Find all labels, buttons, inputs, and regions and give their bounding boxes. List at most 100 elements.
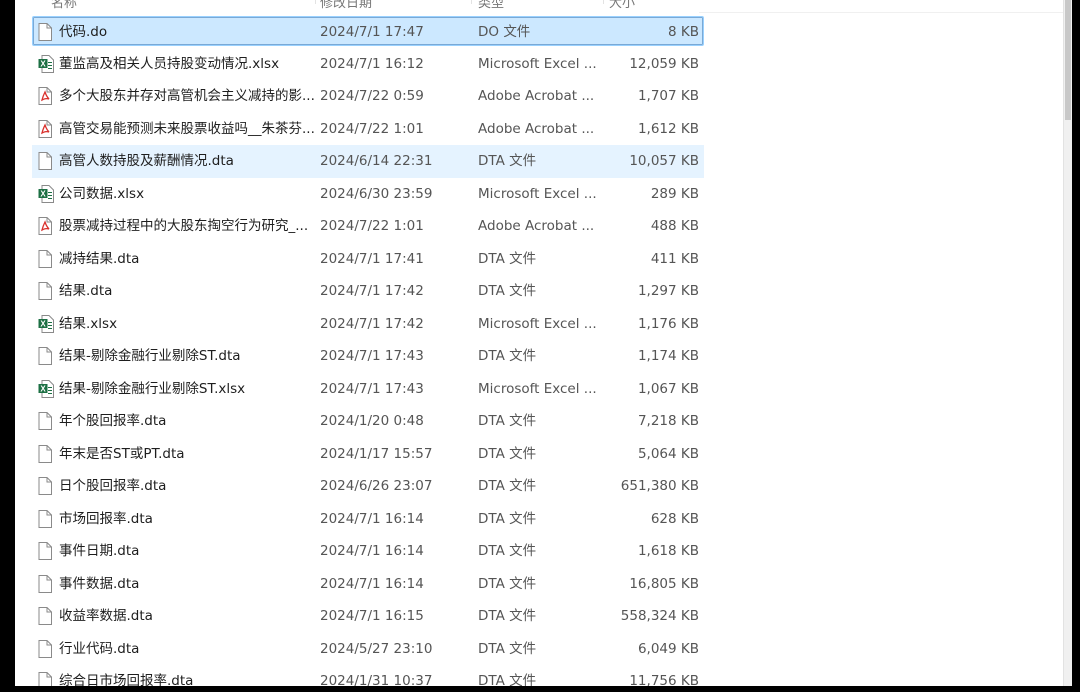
file-name: 代码.do bbox=[59, 24, 108, 40]
file-name: 日个股回报率.dta bbox=[59, 478, 167, 494]
file-row[interactable]: 事件数据.dta 2024/7/1 16:14 DTA 文件 16,805 KB bbox=[32, 568, 704, 601]
file-name: 事件日期.dta bbox=[59, 543, 140, 559]
file-row[interactable]: 市场回报率.dta 2024/7/1 16:14 DTA 文件 628 KB bbox=[32, 503, 704, 536]
file-row[interactable]: 股票减持过程中的大股东掏空行为研究_... 2024/7/22 1:01 Adobe… bbox=[32, 210, 704, 243]
file-row[interactable]: 日个股回报率.dta 2024/6/26 23:07 DTA 文件 651,380 K… bbox=[32, 470, 704, 503]
pdf-icon bbox=[38, 217, 52, 235]
column-header-type[interactable]: 类型 bbox=[478, 0, 504, 11]
file-name: 结果-剔除金融行业剔除ST.dta bbox=[59, 348, 241, 364]
file-date-modified: 2024/7/22 1:01 bbox=[320, 218, 424, 234]
file-type: Adobe Acrobat ... bbox=[478, 120, 595, 137]
file-row[interactable]: 高管人数持股及薪酬情况.dta 2024/6/14 22:31 DTA 文件 10,0… bbox=[32, 145, 704, 178]
file-date-modified: 2024/7/1 16:14 bbox=[320, 510, 424, 527]
file-size: 8 KB bbox=[668, 24, 699, 40]
document-icon bbox=[38, 477, 52, 495]
pdf-icon bbox=[38, 87, 52, 105]
column-divider[interactable] bbox=[471, 0, 472, 4]
file-row[interactable]: X 结果.xlsx 2024/7/1 17:42 Microsoft Excel ..… bbox=[32, 308, 704, 341]
file-name: 结果-剔除金融行业剔除ST.xlsx bbox=[59, 380, 246, 397]
file-type: Adobe Acrobat ... bbox=[478, 218, 595, 234]
file-size: 12,059 KB bbox=[629, 55, 699, 72]
file-size: 558,324 KB bbox=[620, 608, 699, 624]
file-row[interactable]: 减持结果.dta 2024/7/1 17:41 DTA 文件 411 KB bbox=[32, 243, 704, 276]
file-row[interactable]: 事件日期.dta 2024/7/1 16:14 DTA 文件 1,618 KB bbox=[32, 535, 704, 568]
column-header-size[interactable]: 大小 bbox=[609, 0, 635, 11]
svg-text:X: X bbox=[40, 384, 46, 393]
file-row[interactable]: 年末是否ST或PT.dta 2024/1/17 15:57 DTA 文件 5,064 … bbox=[32, 438, 704, 471]
file-date-modified: 2024/7/22 1:01 bbox=[320, 120, 424, 137]
file-row[interactable]: X 结果-剔除金融行业剔除ST.xlsx 2024/7/1 17:43 Microso… bbox=[32, 373, 704, 406]
file-row[interactable]: 收益率数据.dta 2024/7/1 16:15 DTA 文件 558,324 KB bbox=[32, 600, 704, 633]
file-date-modified: 2024/7/1 17:43 bbox=[320, 348, 424, 364]
file-date-modified: 2024/6/14 22:31 bbox=[320, 153, 433, 169]
file-name: 董监高及相关人员持股变动情况.xlsx bbox=[59, 55, 280, 72]
excel-icon: X bbox=[38, 54, 54, 73]
file-row[interactable]: X 公司数据.xlsx 2024/6/30 23:59 Microsoft Excel… bbox=[32, 178, 704, 211]
file-name: 结果.dta bbox=[59, 283, 113, 299]
file-size: 1,618 KB bbox=[637, 543, 699, 559]
file-type: DTA 文件 bbox=[478, 348, 537, 364]
file-type: Microsoft Excel ... bbox=[478, 315, 597, 332]
file-type: DTA 文件 bbox=[478, 283, 537, 299]
file-size: 1,297 KB bbox=[637, 283, 699, 299]
svg-text:X: X bbox=[40, 59, 46, 68]
file-row[interactable]: 多个大股东并存对高管机会主义减持的影... 2024/7/22 0:59 Adobe… bbox=[32, 80, 704, 113]
file-date-modified: 2024/7/1 16:15 bbox=[320, 608, 424, 624]
file-list: 代码.do 2024/7/1 17:47 DO 文件 8 KB X 董监高及相关人员持股变… bbox=[32, 15, 704, 686]
file-date-modified: 2024/1/31 10:37 bbox=[320, 673, 433, 686]
document-icon bbox=[38, 542, 52, 560]
file-name: 收益率数据.dta bbox=[59, 608, 153, 624]
details-pane-edge bbox=[699, 0, 1069, 13]
column-divider[interactable] bbox=[603, 0, 604, 4]
document-icon bbox=[38, 639, 52, 658]
file-date-modified: 2024/7/22 0:59 bbox=[320, 88, 424, 104]
vertical-scrollbar[interactable] bbox=[1063, 0, 1072, 686]
pdf-icon bbox=[38, 119, 52, 138]
file-row[interactable]: 结果.dta 2024/7/1 17:42 DTA 文件 1,297 KB bbox=[32, 275, 704, 308]
file-date-modified: 2024/6/30 23:59 bbox=[320, 185, 433, 202]
file-type: Microsoft Excel ... bbox=[478, 55, 597, 72]
file-size: 1,067 KB bbox=[637, 380, 699, 397]
document-icon bbox=[38, 412, 52, 430]
file-type: DTA 文件 bbox=[478, 250, 537, 267]
column-header-name[interactable]: 名称 bbox=[51, 0, 77, 11]
file-size: 1,174 KB bbox=[637, 348, 699, 364]
file-row[interactable]: 年个股回报率.dta 2024/1/20 0:48 DTA 文件 7,218 KB bbox=[32, 405, 704, 438]
file-name: 年末是否ST或PT.dta bbox=[59, 445, 185, 462]
file-row[interactable]: 代码.do 2024/7/1 17:47 DO 文件 8 KB bbox=[32, 16, 704, 46]
column-header-row: 名称 修改日期 类型 大小 bbox=[15, 0, 687, 11]
svg-text:X: X bbox=[40, 319, 46, 328]
file-type: DO 文件 bbox=[478, 24, 531, 40]
file-type: DTA 文件 bbox=[478, 673, 537, 686]
file-row[interactable]: 高管交易能预测未来股票收益吗__朱茶芬... 2024/7/22 1:01 Adob… bbox=[32, 113, 704, 146]
file-row[interactable]: 结果-剔除金融行业剔除ST.dta 2024/7/1 17:43 DTA 文件 1,1… bbox=[32, 340, 704, 373]
file-name: 行业代码.dta bbox=[59, 640, 140, 657]
file-date-modified: 2024/7/1 17:47 bbox=[320, 24, 424, 40]
file-size: 10,057 KB bbox=[629, 153, 699, 169]
file-name: 公司数据.xlsx bbox=[59, 185, 145, 202]
file-size: 1,707 KB bbox=[637, 88, 699, 104]
file-name: 结果.xlsx bbox=[59, 315, 118, 332]
file-type: Microsoft Excel ... bbox=[478, 380, 597, 397]
file-row[interactable]: 综合日市场回报率.dta 2024/1/31 10:37 DTA 文件 11,756 … bbox=[32, 665, 704, 686]
file-name: 年个股回报率.dta bbox=[59, 413, 167, 429]
file-size: 7,218 KB bbox=[637, 413, 699, 429]
file-row[interactable]: 行业代码.dta 2024/5/27 23:10 DTA 文件 6,049 KB bbox=[32, 633, 704, 666]
file-type: Adobe Acrobat ... bbox=[478, 88, 595, 104]
file-type: DTA 文件 bbox=[478, 575, 537, 592]
file-name: 高管人数持股及薪酬情况.dta bbox=[59, 153, 234, 169]
file-size: 16,805 KB bbox=[629, 575, 699, 592]
file-row[interactable]: X 董监高及相关人员持股变动情况.xlsx 2024/7/1 16:12 Micros… bbox=[32, 48, 704, 81]
column-divider[interactable] bbox=[315, 0, 316, 4]
column-header-date[interactable]: 修改日期 bbox=[320, 0, 372, 11]
file-name: 高管交易能预测未来股票收益吗__朱茶芬... bbox=[59, 120, 315, 137]
file-size: 1,612 KB bbox=[637, 120, 699, 137]
file-explorer-window: 名称 修改日期 类型 大小 代码.do 2024/7/1 17:47 DO 文件 8 … bbox=[15, 0, 1072, 686]
file-name: 减持结果.dta bbox=[59, 250, 140, 267]
scrollbar-thumb[interactable] bbox=[1065, 0, 1071, 120]
file-type: DTA 文件 bbox=[478, 153, 537, 169]
file-size: 11,756 KB bbox=[629, 673, 699, 686]
file-size: 488 KB bbox=[650, 218, 699, 234]
file-date-modified: 2024/7/1 17:43 bbox=[320, 380, 424, 397]
document-icon bbox=[38, 444, 52, 463]
